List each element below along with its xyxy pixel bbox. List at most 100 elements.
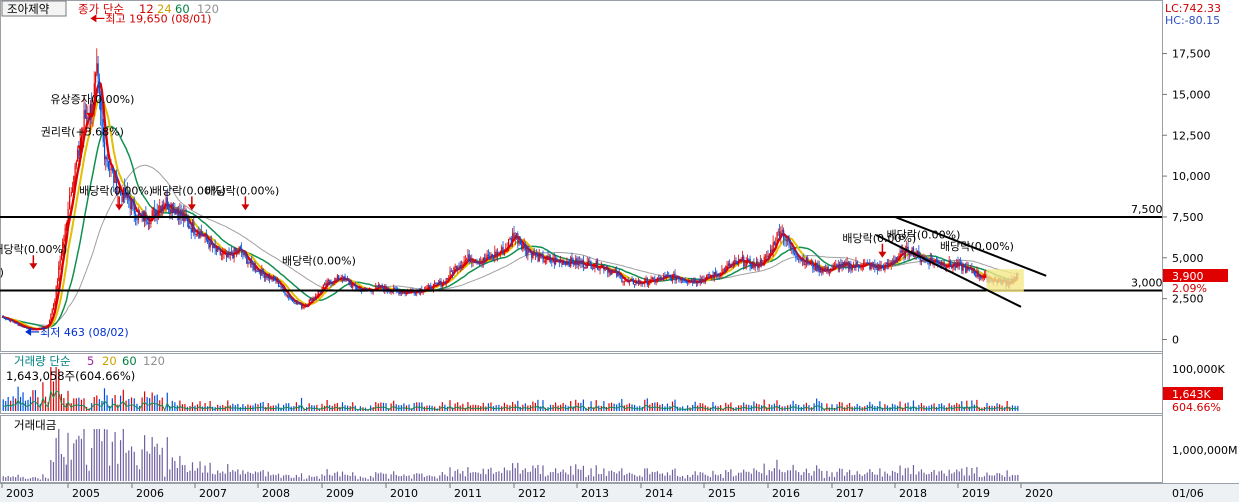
candle-body: [596, 260, 599, 270]
amount-bar: [628, 472, 631, 481]
hc-value: HC:-80.15: [1165, 14, 1220, 27]
amount-bar: [280, 477, 282, 481]
candle-body: [879, 264, 881, 269]
candle-body: [241, 248, 243, 253]
candle-body: [25, 327, 27, 328]
candle-body: [665, 274, 667, 276]
candle-body: [480, 261, 482, 265]
amount-bar: [103, 429, 106, 481]
amount-bar: [441, 472, 443, 481]
candle-body: [269, 275, 271, 280]
candle-body: [863, 263, 865, 267]
candle-body: [840, 263, 842, 268]
amount-bar: [712, 470, 714, 481]
candle-body: [205, 233, 208, 240]
price-panel[interactable]: [0, 0, 1163, 352]
amount-bar: [390, 474, 392, 481]
candle-body: [735, 260, 737, 262]
amount-bar: [459, 473, 461, 481]
amount-bar: [101, 441, 103, 481]
candle-body: [613, 270, 615, 272]
amount-bar: [758, 471, 760, 481]
candle-body: [312, 297, 314, 302]
candle-body: [741, 256, 744, 260]
volume-bar: [776, 400, 778, 411]
candle-body: [902, 249, 904, 253]
candle-body: [13, 322, 16, 324]
amount-bar: [998, 473, 1001, 481]
candle-body: [209, 240, 211, 248]
annotation-label: 배당락(0.00%): [282, 255, 356, 268]
candle-body: [835, 264, 837, 266]
candle-body: [333, 282, 335, 284]
candle-body: [683, 280, 685, 282]
amount-bar: [871, 472, 873, 481]
candle-body: [348, 280, 350, 285]
x-axis-label: 2012: [518, 487, 546, 500]
amount-bar: [141, 449, 143, 481]
amount-bar: [575, 464, 577, 481]
amount-bar: [740, 472, 742, 481]
amount-bar: [464, 476, 466, 481]
candle-body: [2, 316, 4, 318]
candle-body: [267, 275, 269, 279]
amount-bar: [449, 467, 451, 481]
volume-bar: [144, 391, 146, 411]
candle-body: [107, 161, 110, 170]
candle-body: [521, 244, 523, 249]
candle-body: [58, 265, 60, 281]
candle-body: [128, 197, 130, 202]
candle-body: [256, 271, 258, 273]
stock-name[interactable]: 조아제약: [7, 2, 50, 16]
candle-body: [889, 263, 891, 266]
candle-body: [434, 282, 436, 285]
stock-chart[interactable]: 17,50015,00012,50010,0007,5005,0002,5000…: [0, 0, 1239, 502]
amount-bar: [249, 472, 252, 481]
amount-bar: [122, 429, 124, 481]
candle-body: [538, 253, 540, 262]
candle-body: [802, 258, 804, 261]
candle-body: [673, 273, 675, 276]
candle-body: [519, 241, 521, 245]
candle-body: [883, 266, 885, 271]
candle-body: [744, 265, 746, 267]
amount-bar: [37, 478, 39, 481]
candle-body: [164, 204, 166, 206]
amount-bar: [63, 456, 65, 481]
amount-bar: [285, 474, 287, 481]
candle-body: [280, 286, 282, 288]
amount-bar: [288, 475, 290, 481]
candle-body: [262, 268, 264, 274]
x-axis-label: 01/06: [1172, 487, 1204, 500]
candle-body: [849, 263, 851, 269]
candle-body: [766, 255, 768, 257]
candle-body: [508, 239, 510, 249]
candle-body: [404, 293, 406, 294]
candle-body: [763, 256, 765, 265]
candle-body: [265, 275, 267, 278]
candle-body: [50, 313, 52, 321]
candle-body: [568, 264, 571, 267]
amount-bar: [303, 479, 305, 481]
amount-bar: [737, 472, 740, 481]
amount-bar: [692, 474, 694, 481]
candle-body: [238, 246, 240, 252]
ma12-label: 12: [139, 2, 154, 16]
candle-body: [285, 294, 287, 296]
amount-bar: [730, 469, 732, 481]
amount-bar: [161, 447, 163, 481]
amount-bar: [154, 446, 156, 481]
candle-body: [734, 260, 736, 263]
amount-bar: [512, 463, 514, 481]
candle-body: [869, 263, 871, 270]
candle-body: [354, 284, 356, 287]
amount-bar: [826, 470, 828, 481]
candle-body: [725, 265, 727, 272]
candle-body: [156, 210, 158, 216]
amount-bar: [151, 437, 153, 481]
candle-body: [616, 270, 618, 277]
candle-body: [502, 247, 504, 255]
candle-body: [695, 282, 698, 284]
candle-body: [228, 252, 230, 255]
amount-bar: [19, 477, 22, 481]
